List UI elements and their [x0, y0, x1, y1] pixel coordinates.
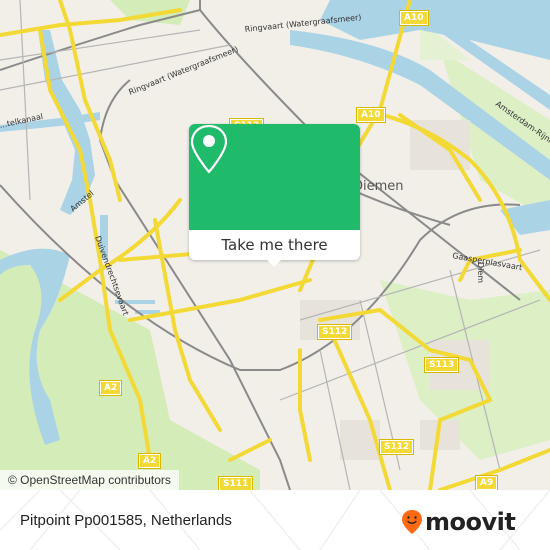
shield-a10: A10 — [399, 10, 429, 26]
shield-a2: A2 — [98, 380, 123, 396]
destination-popup: Take me there — [189, 124, 360, 267]
moovit-logo[interactable]: moovit — [401, 508, 516, 536]
map[interactable]: Ringvaart (Watergraafsmeer) Ringvaart (W… — [0, 0, 550, 490]
shield-a10: A10 — [356, 107, 386, 123]
footer: Pitpoint Pp001585, Netherlands moovit — [0, 490, 550, 550]
label-diemen: Diemen — [353, 179, 404, 194]
label-diem: Diem — [476, 262, 485, 283]
place-name: Pitpoint Pp001585, Netherlands — [20, 512, 232, 529]
shield-s112: S112 — [378, 439, 415, 455]
map-pin-icon — [190, 124, 228, 174]
shield-s111: S111 — [217, 476, 254, 490]
take-me-there-button[interactable]: Take me there — [189, 230, 360, 260]
popup-header — [189, 124, 360, 230]
shield-a2: A2 — [137, 453, 162, 469]
moovit-pin-icon — [402, 510, 422, 534]
moovit-wordmark: moovit — [425, 508, 516, 536]
label-ringvaart: Ringvaart (Watergraafsmeer) — [127, 45, 239, 97]
shield-s113: S113 — [423, 357, 460, 373]
map-attribution[interactable]: © OpenStreetMap contributors — [0, 470, 179, 490]
popup-pointer — [267, 260, 281, 267]
label-gaasperplasvaart: Gaasperplasvaart — [452, 251, 523, 272]
shield-a9: A9 — [474, 475, 499, 490]
shield-s112: S112 — [316, 324, 353, 340]
green-area — [0, 250, 260, 490]
